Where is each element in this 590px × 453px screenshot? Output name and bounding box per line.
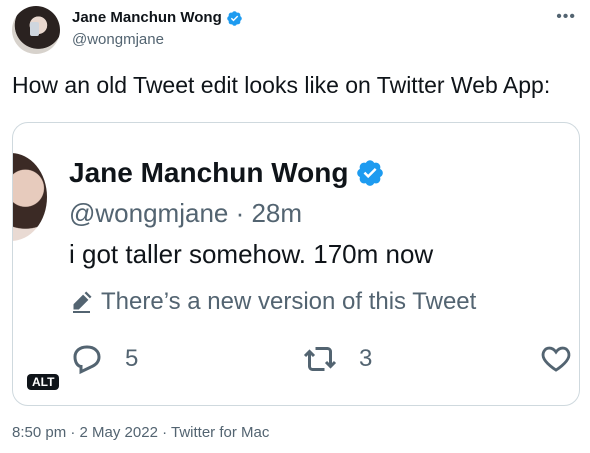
meta-separator: · (66, 424, 80, 441)
snippet-action-bar: 5 3 (69, 341, 579, 385)
author-name-row[interactable]: Jane Manchun Wong (72, 9, 243, 27)
snippet-author-name: Jane Manchun Wong (69, 157, 349, 188)
reply-icon (73, 345, 101, 375)
snippet-retweet-count: 3 (359, 345, 373, 372)
avatar-phone (30, 22, 39, 36)
more-options-icon[interactable]: ••• (556, 9, 576, 25)
alt-text-badge[interactable]: ALT (27, 374, 60, 390)
snippet-author-row: Jane Manchun Wong (69, 156, 385, 190)
snippet-reply: 5 (69, 341, 138, 377)
tweet-date[interactable]: 2 May 2022 (80, 424, 158, 441)
author-handle[interactable]: @wongmjane (72, 31, 164, 48)
author-avatar[interactable] (12, 6, 60, 54)
tweet-time[interactable]: 8:50 pm (12, 424, 66, 441)
verified-badge-icon (226, 10, 243, 27)
snippet-handle-time: @wongmjane · 28m (69, 198, 303, 228)
snippet-text: i got taller somehow. 170m now (69, 239, 434, 269)
tweet-meta: 8:50 pm · 2 May 2022 · Twitter for Mac (12, 424, 269, 441)
author-name[interactable]: Jane Manchun Wong (72, 9, 222, 27)
tweet-source[interactable]: Twitter for Mac (171, 424, 269, 441)
tweet: Jane Manchun Wong @wongmjane ••• How an … (0, 0, 590, 453)
tweet-media-image[interactable]: Jane Manchun Wong @wongmjane · 28m i got… (12, 122, 580, 406)
snippet-edit-notice: There’s a new version of this Tweet (69, 287, 476, 317)
pencil-icon (73, 291, 92, 313)
snippet-retweet: 3 (301, 341, 372, 377)
snippet-reply-count: 5 (125, 345, 139, 372)
snippet-like (539, 341, 573, 375)
meta-separator: · (157, 424, 171, 441)
snippet-edit-notice-text: There’s a new version of this Tweet (101, 288, 477, 315)
snippet-avatar (13, 153, 47, 241)
snippet-verified-badge-icon (355, 158, 385, 188)
like-icon (541, 346, 571, 372)
tweet-text: How an old Tweet edit looks like on Twit… (12, 72, 551, 98)
retweet-icon (303, 347, 337, 371)
